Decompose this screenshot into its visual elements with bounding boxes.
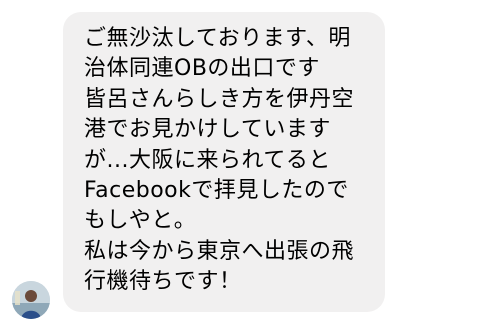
message-line: 治体同連OBの出口です	[84, 56, 320, 82]
message-line: 私は今から東京へ出張の飛	[84, 238, 355, 264]
message-line: が...大阪に来られてると	[84, 147, 331, 173]
message-line: 皆呂さんらしき方を伊丹空	[84, 86, 355, 112]
chat-screen: ご無沙汰しております、明 治体同連OBの出口です 皆呂さんらしき方を伊丹空 港で…	[0, 0, 480, 320]
message-line: 行機待ちです！	[84, 269, 242, 295]
message-line: ご無沙汰しております、明	[84, 26, 351, 51]
message-line: 港でお見かけしています	[84, 117, 331, 143]
user-photo-avatar-icon	[12, 281, 50, 319]
incoming-message-bubble[interactable]: ご無沙汰しております、明 治体同連OBの出口です 皆呂さんらしき方を伊丹空 港で…	[63, 12, 385, 312]
message-line: Facebookで拝見したので	[84, 177, 349, 203]
message-line: もしやと。	[84, 208, 197, 234]
sender-avatar[interactable]	[12, 281, 50, 319]
